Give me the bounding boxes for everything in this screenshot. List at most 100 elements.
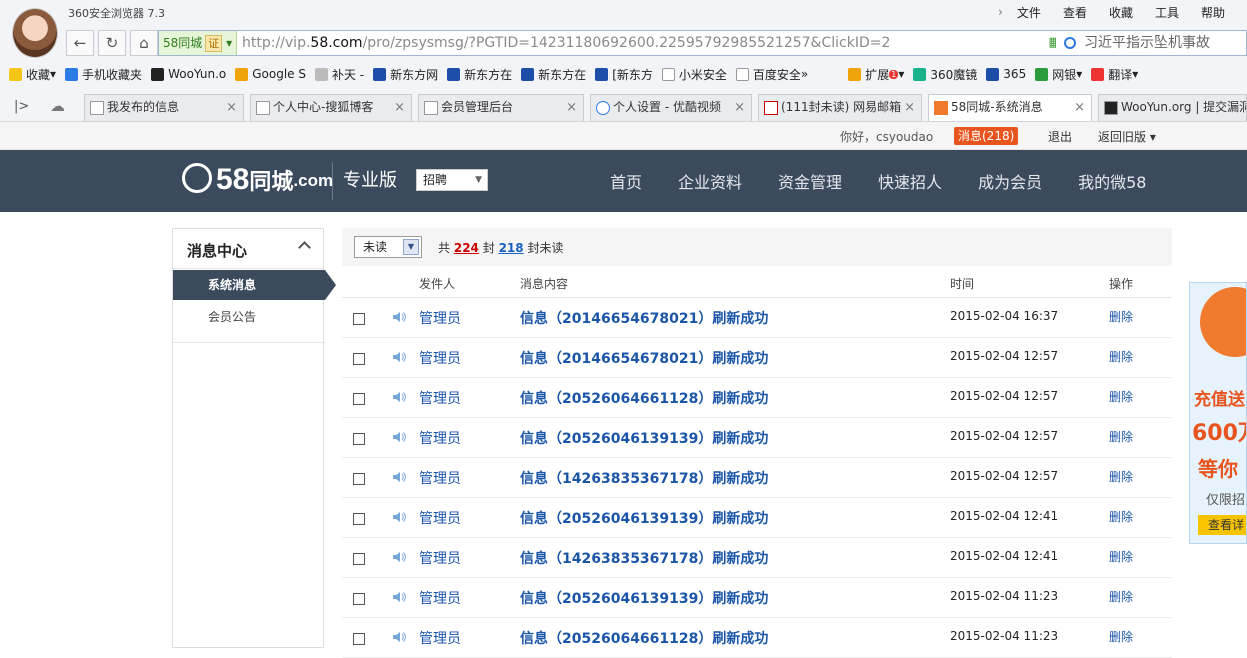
total-count[interactable]: 224	[454, 241, 479, 255]
row-delete-link[interactable]: 删除	[1109, 308, 1133, 325]
row-checkbox[interactable]	[353, 593, 365, 605]
row-delete-link[interactable]: 删除	[1109, 508, 1133, 525]
row-checkbox[interactable]	[353, 553, 365, 565]
row-content[interactable]: 信息（20526046139139）刷新成功	[520, 428, 768, 448]
url-text[interactable]: http://vip.58.com/pro/zpsysmsg/?PGTID=14…	[242, 31, 890, 55]
bookmark-xdf4[interactable]: [新东方	[595, 66, 653, 83]
row-delete-link[interactable]: 删除	[1109, 628, 1133, 645]
tab-sohu-blog[interactable]: 个人中心-搜狐博客 ×	[250, 94, 412, 121]
row-content[interactable]: 信息（20146654678021）刷新成功	[520, 308, 768, 328]
row-sender[interactable]: 管理员	[419, 348, 461, 368]
home-icon[interactable]: ⌂	[130, 30, 158, 56]
row-content[interactable]: 信息（14263835367178）刷新成功	[520, 468, 768, 488]
row-checkbox[interactable]	[353, 433, 365, 445]
close-icon[interactable]: ×	[904, 95, 915, 120]
tab-member-admin[interactable]: 会员管理后台 ×	[418, 94, 584, 121]
365-button[interactable]: 365	[986, 67, 1026, 81]
row-delete-link[interactable]: 删除	[1109, 468, 1133, 485]
row-content[interactable]: 信息（20526046139139）刷新成功	[520, 508, 768, 528]
sidebar-item-member-notices[interactable]: 会员公告	[173, 300, 325, 343]
old-version-link[interactable]: 返回旧版 ▾	[1098, 128, 1156, 145]
refresh-icon[interactable]: ↻	[98, 30, 126, 56]
row-checkbox[interactable]	[353, 633, 365, 645]
row-sender[interactable]: 管理员	[419, 468, 461, 488]
tab-wooyun[interactable]: WooYun.org | 提交漏洞	[1098, 94, 1247, 121]
nav-funds[interactable]: 资金管理	[778, 169, 842, 193]
nav-home[interactable]: 首页	[610, 169, 642, 193]
row-delete-link[interactable]: 删除	[1109, 588, 1133, 605]
close-icon[interactable]: ×	[394, 95, 405, 120]
bookmark-baidu[interactable]: 百度安全 »	[735, 66, 808, 83]
row-sender[interactable]: 管理员	[419, 508, 461, 528]
row-delete-link[interactable]: 删除	[1109, 548, 1133, 565]
close-icon[interactable]: ×	[1074, 95, 1085, 120]
menu-favorites[interactable]: 收藏	[1109, 4, 1133, 21]
row-sender[interactable]: 管理员	[419, 308, 461, 328]
tab-my-posts[interactable]: 我发布的信息 ×	[84, 94, 244, 121]
bookmark-xdf3[interactable]: 新东方在	[521, 66, 586, 83]
address-bar[interactable]: 58同城证 ▾ http://vip.58.com/pro/zpsysmsg/?…	[158, 30, 1118, 56]
bookmark-mi[interactable]: 小米安全	[661, 66, 727, 83]
row-content[interactable]: 信息（14263835367178）刷新成功	[520, 548, 768, 568]
row-sender[interactable]: 管理员	[419, 548, 461, 568]
mojing-button[interactable]: 360魔镜	[913, 66, 977, 83]
logout-link[interactable]: 退出	[1048, 128, 1072, 145]
user-greeting[interactable]: 你好，csyoudao	[840, 128, 933, 145]
row-checkbox[interactable]	[353, 393, 365, 405]
row-content[interactable]: 信息（20526064661128）刷新成功	[520, 628, 768, 648]
tab-netease-mail[interactable]: (111封未读) 网易邮箱 ×	[758, 94, 922, 121]
row-content[interactable]: 信息（20146654678021）刷新成功	[520, 348, 768, 368]
search-icon[interactable]	[1064, 37, 1076, 49]
cert-badge[interactable]: 证	[205, 35, 223, 52]
bookmark-wooyun[interactable]: WooYun.o	[151, 67, 226, 81]
back-arrow-icon[interactable]: ←	[66, 30, 94, 56]
chevron-up-icon[interactable]	[298, 241, 311, 254]
row-sender[interactable]: 管理员	[419, 588, 461, 608]
nav-quick-hire[interactable]: 快速招人	[878, 169, 942, 193]
translate-button[interactable]: 翻译 ▾	[1091, 66, 1138, 83]
read-status-select[interactable]: 未读 ▼	[354, 236, 422, 258]
bookmark-xdf2[interactable]: 新东方在	[447, 66, 512, 83]
row-delete-link[interactable]: 删除	[1109, 388, 1133, 405]
bookmark-favorites[interactable]: 收藏 ▾	[9, 66, 56, 83]
promo-banner[interactable]: 充值送 600万 等你 仅限招 查看详	[1189, 282, 1247, 544]
cloud-icon[interactable]: ☁	[50, 97, 65, 115]
row-content[interactable]: 信息（20526064661128）刷新成功	[520, 388, 768, 408]
search-input[interactable]: 习近平指示坠机事故	[1056, 30, 1247, 56]
avatar[interactable]	[12, 8, 58, 58]
unread-count[interactable]: 218	[499, 241, 524, 255]
tab-58-system-msg[interactable]: 58同城-系统消息 ×	[928, 94, 1092, 121]
menu-view[interactable]: 查看	[1063, 4, 1087, 21]
row-sender[interactable]: 管理员	[419, 628, 461, 648]
row-delete-link[interactable]: 删除	[1109, 348, 1133, 365]
bank-button[interactable]: 网银 ▾	[1035, 66, 1082, 83]
nav-my-wei58[interactable]: 我的微58	[1078, 169, 1146, 193]
chevron-right-icon[interactable]: ›	[998, 5, 1003, 19]
bookmark-butian[interactable]: 补天 -	[314, 66, 364, 83]
close-icon[interactable]: ×	[734, 95, 745, 120]
nav-company[interactable]: 企业资料	[678, 169, 742, 193]
tab-youku[interactable]: 个人设置 - 优酷视频 ×	[590, 94, 752, 121]
row-checkbox[interactable]	[353, 513, 365, 525]
logo[interactable]: 58同城.com	[182, 162, 333, 200]
site-badge[interactable]: 58同城证 ▾	[159, 31, 238, 55]
bookmark-xdf1[interactable]: 新东方网	[373, 66, 438, 83]
row-checkbox[interactable]	[353, 473, 365, 485]
row-sender[interactable]: 管理员	[419, 388, 461, 408]
nav-membership[interactable]: 成为会员	[978, 169, 1042, 193]
sidebar-item-system-messages[interactable]: 系统消息	[173, 270, 336, 300]
extensions-button[interactable]: 扩展 1 ▾	[848, 66, 904, 83]
menu-help[interactable]: 帮助	[1201, 4, 1225, 21]
bookmark-mobile[interactable]: 手机收藏夹	[65, 66, 142, 83]
row-checkbox[interactable]	[353, 313, 365, 325]
sidebar-toggle-icon[interactable]: |>	[14, 99, 29, 114]
row-content[interactable]: 信息（20526046139139）刷新成功	[520, 588, 768, 608]
bookmark-google[interactable]: Google S	[235, 67, 306, 81]
row-sender[interactable]: 管理员	[419, 428, 461, 448]
messages-badge[interactable]: 消息(218)	[954, 127, 1019, 145]
menu-file[interactable]: 文件	[1017, 4, 1041, 21]
sidebar-title[interactable]: 消息中心	[173, 229, 323, 269]
category-select[interactable]: 招聘 ▼	[416, 169, 488, 191]
row-checkbox[interactable]	[353, 353, 365, 365]
close-icon[interactable]: ×	[226, 95, 237, 120]
